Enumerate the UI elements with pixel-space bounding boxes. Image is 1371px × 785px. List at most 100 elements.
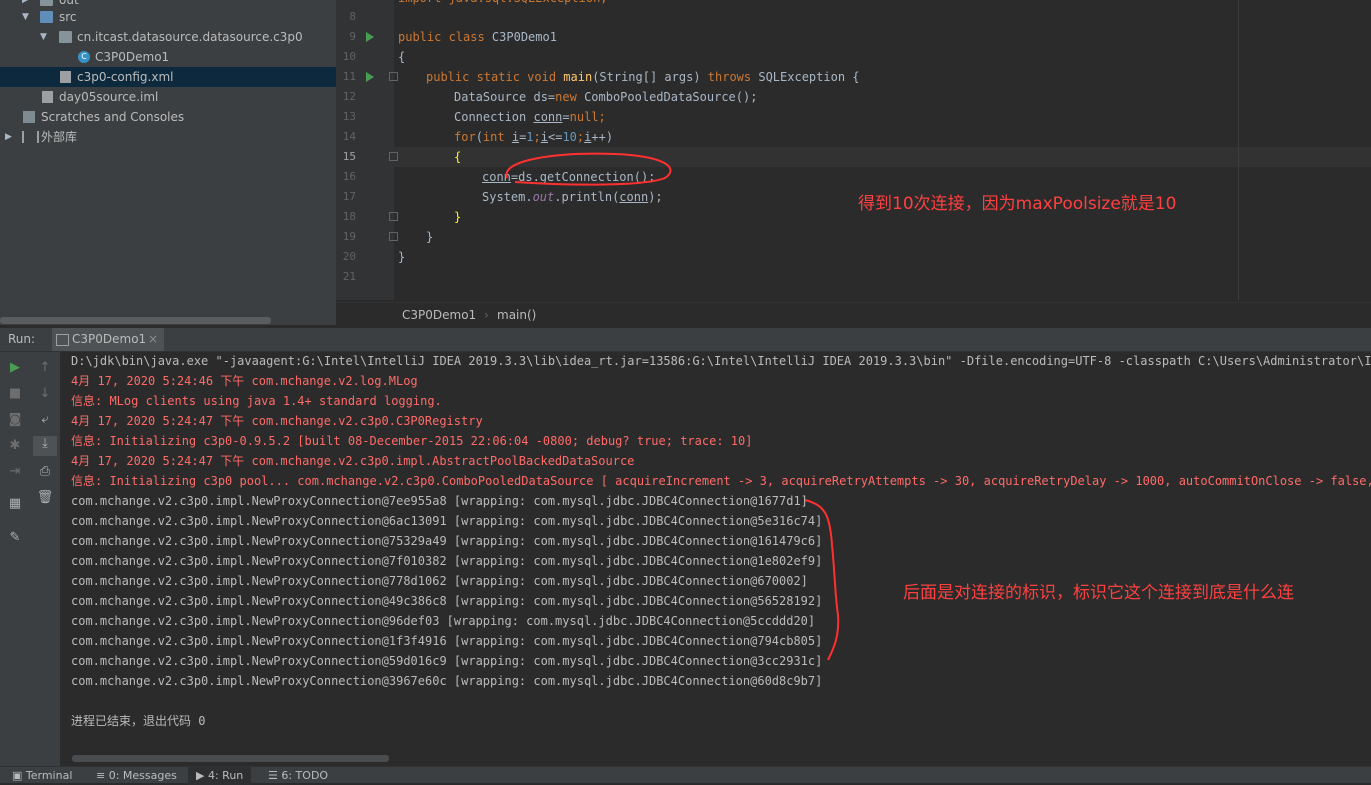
console-line: com.mchange.v2.c3p0.impl.NewProxyConnect… [71,574,808,588]
code-line: public class C3P0Demo1 [398,27,557,47]
code-token: (String[] args) [592,70,708,84]
code-line: } [454,210,462,224]
print-icon[interactable]: ⎙ [35,464,55,479]
code-token: throws [707,70,759,84]
code-token: public class [398,30,492,44]
run-panel-header: Run: C3P0Demo1 × [0,328,1371,352]
tree-item-scratches[interactable]: Scratches and Consoles [0,107,336,127]
tree-item-label: src [59,10,77,24]
code-line: { [398,50,406,64]
code-line: import java.sql.SQLException; [398,0,608,8]
code-token: ++) [591,130,614,144]
folder-icon [40,11,53,23]
line-number: 8 [349,10,356,23]
code-token: Connection [454,110,534,124]
tab-label: C3P0Demo1 [72,332,147,346]
run-gutter-icon[interactable] [366,32,374,42]
line-number: 14 [342,130,356,143]
fold-marker-icon[interactable] [389,232,398,241]
chevron-down-icon[interactable]: ▼ [22,7,29,27]
breadcrumb: C3P0Demo1 › main() [336,302,1371,327]
chevron-right-icon[interactable]: ▶ [5,127,12,147]
breadcrumb-method[interactable]: main() [497,303,536,327]
code-token: ; [533,130,541,144]
console-line: 信息: Initializing c3p0 pool... com.mchang… [71,474,1371,488]
code-line: System.out.println(conn); [482,187,663,207]
run-tool-button[interactable]: ▶ 4: Run [188,767,252,785]
package-icon [59,31,72,43]
code-token: i [540,130,548,144]
code-token: 10 [562,130,577,144]
tree-item-c3p0-config[interactable]: c3p0-config.xml [0,67,336,87]
fold-marker-icon[interactable] [389,72,398,81]
tree-item-src[interactable]: ▼ src [0,7,336,27]
line-number: 20 [342,250,356,263]
settings-icon[interactable]: ✱ [5,438,25,453]
console-line: com.mchange.v2.c3p0.impl.NewProxyConnect… [71,634,823,648]
console-line: 4月 17, 2020 5:24:47 下午 com.mchange.v2.c3… [71,454,635,468]
fold-marker-icon[interactable] [389,152,398,161]
run-gutter-icon[interactable] [366,72,374,82]
horizontal-scrollbar[interactable] [72,755,389,762]
tree-item-iml[interactable]: day05source.iml [0,87,336,107]
code-token: .println( [554,190,620,204]
tree-item-package[interactable]: ▼ cn.itcast.datasource.datasource.c3p0 [0,27,336,47]
run-panel-label: Run: [8,332,36,346]
line-number: 21 [342,270,356,283]
code-line: { [454,150,462,164]
console-line: 信息: MLog clients using java 1.4+ standar… [71,394,442,408]
code-token: conn [533,110,563,124]
code-token: DataSource ds= [454,90,556,104]
run-toolbar: ▶ ■ ◙ ✱ ⇥ ▦ ✎ [0,352,30,770]
close-icon[interactable]: × [148,328,158,351]
annotation-text: 后面是对连接的标识，标识它这个连接到底是什么连 [903,583,1294,603]
todo-tool-button[interactable]: ☰ 6: TODO [268,767,328,785]
horizontal-scrollbar[interactable] [0,317,271,324]
console-line: D:\jdk\bin\java.exe "-javaagent:G:\Intel… [71,354,1371,368]
code-token: null [569,110,599,124]
down-arrow-icon[interactable]: ↓ [35,386,55,401]
messages-tool-button[interactable]: ≡ 0: Messages [96,767,177,785]
code-token: <= [548,130,563,144]
code-token: public static void [426,70,564,84]
console-line: com.mchange.v2.c3p0.impl.NewProxyConnect… [71,674,823,688]
tree-item-label: cn.itcast.datasource.datasource.c3p0 [77,30,303,44]
line-number: 9 [349,30,356,43]
code-line: public static void main(String[] args) t… [426,67,860,87]
code-token: ; [598,110,606,124]
exit-icon[interactable]: ⇥ [5,464,25,479]
tree-item-libraries[interactable]: ▶ 外部库 [0,127,336,147]
class-icon: C [78,51,90,63]
stop-icon[interactable]: ■ [5,386,25,401]
line-number: 13 [342,110,356,123]
annotation-ellipse [505,152,672,186]
code-token: main [563,70,593,84]
code-token: for [454,130,476,144]
chevron-down-icon[interactable]: ▼ [40,27,47,47]
tool-button-label: 0: Messages [108,769,177,782]
trash-icon[interactable]: 🗑 [35,490,55,505]
up-arrow-icon[interactable]: ↑ [35,360,55,375]
breadcrumb-class[interactable]: C3P0Demo1 [402,303,476,327]
todo-icon: ☰ [268,769,282,782]
pin-icon[interactable]: ✎ [5,530,25,545]
tree-item-c3p0demo1[interactable]: C C3P0Demo1 [0,47,336,67]
terminal-tool-button[interactable]: ▣ Terminal [12,767,72,785]
layout-icon[interactable]: ▦ [5,496,25,511]
console-line: 进程已结束，退出代码 0 [71,714,206,728]
chevron-right-icon: › [484,308,489,322]
line-number: 19 [342,230,356,243]
fold-marker-icon[interactable] [389,212,398,221]
wrap-icon[interactable]: ⤶ [35,412,55,427]
annotation-text: 得到10次连接，因为maxPoolsize就是10 [858,194,1177,214]
scroll-end-icon[interactable]: ⤓ [33,436,57,456]
code-token: C3P0Demo1 [491,30,557,44]
run-icon[interactable]: ▶ [5,360,25,375]
code-token: conn [619,190,649,204]
camera-icon[interactable]: ◙ [5,412,25,427]
code-line: } [426,230,434,244]
line-number: 16 [342,170,356,183]
code-token: SQLException { [758,70,860,84]
messages-icon: ≡ [96,769,109,782]
console-icon [56,334,69,346]
